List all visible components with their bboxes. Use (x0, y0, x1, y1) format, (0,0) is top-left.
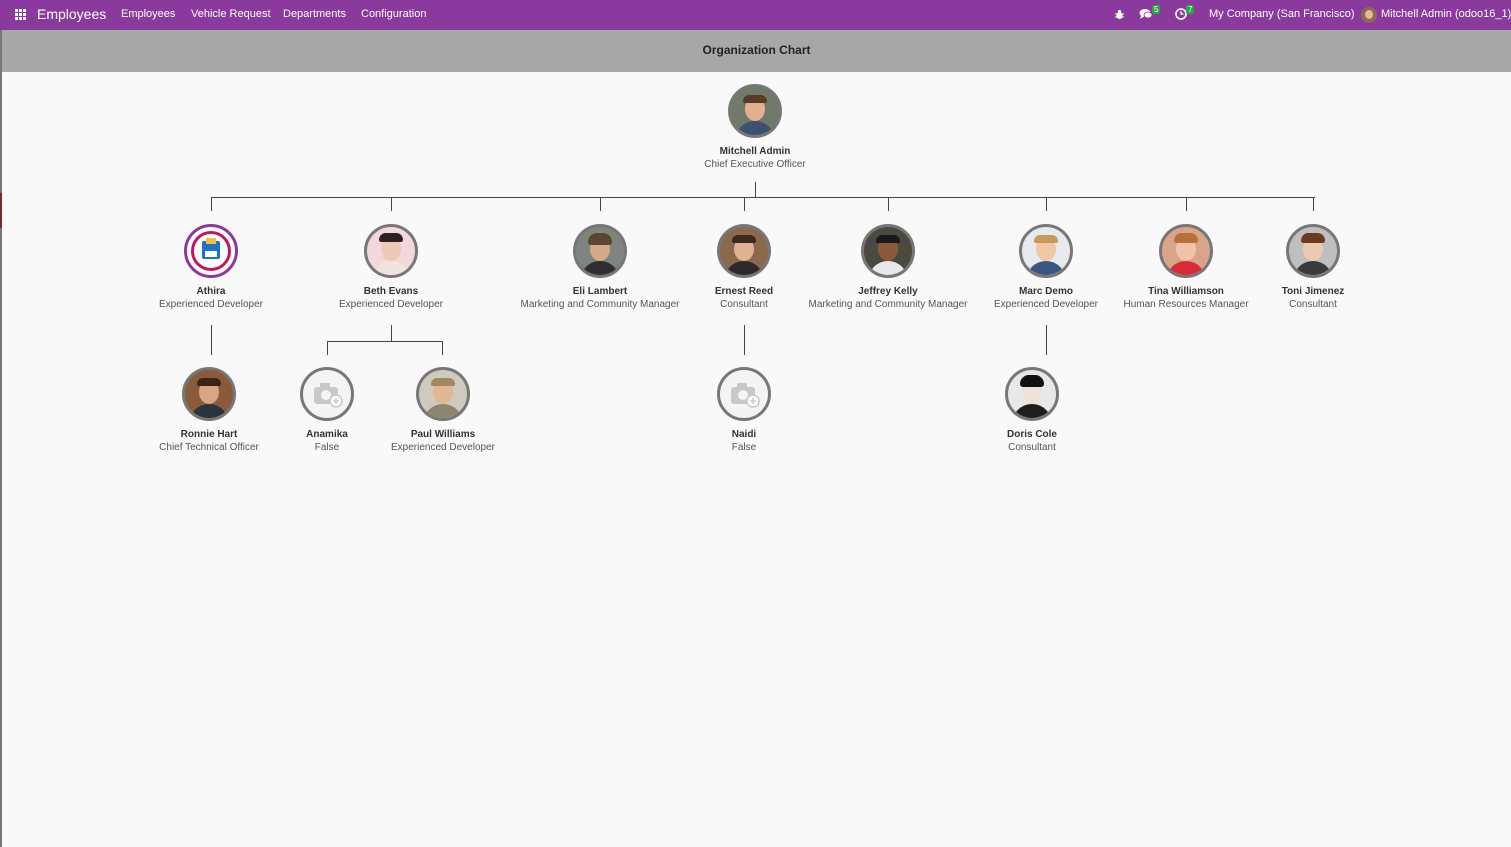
messages-count-badge: 5 (1152, 5, 1161, 14)
user-avatar[interactable] (1361, 0, 1377, 30)
connector-line (1186, 197, 1187, 211)
apps-menu-icon[interactable] (13, 0, 29, 30)
connector-line (391, 197, 392, 211)
control-panel: Organization Chart (2, 30, 1511, 72)
activities-count-badge: 7 (1186, 5, 1195, 14)
connector-line (744, 325, 745, 355)
org-node-naidi[interactable]: Naidi False (644, 367, 844, 454)
debug-bug-icon[interactable] (1114, 0, 1126, 30)
connector-line (211, 325, 212, 355)
employee-name: Naidi (731, 429, 757, 440)
connector-line (744, 197, 745, 211)
chat-icon (1139, 9, 1153, 20)
employee-avatar (184, 224, 238, 278)
employee-avatar (717, 367, 771, 421)
camera-placeholder-icon (731, 383, 760, 408)
connector-line (327, 341, 443, 342)
connector-line (211, 197, 1315, 198)
employee-name: Athira (196, 286, 226, 297)
connector-line (600, 197, 601, 211)
menu-departments[interactable]: Departments (283, 0, 346, 30)
employee-avatar (573, 224, 627, 278)
org-node-doris-cole[interactable]: Doris Cole Consultant (932, 367, 1132, 454)
employee-avatar (1159, 224, 1213, 278)
org-chart: Mitchell Admin Chief Executive Officer A… (2, 72, 1511, 847)
employee-name: Toni Jimenez (1281, 286, 1345, 297)
employee-avatar (416, 367, 470, 421)
user-menu[interactable]: Mitchell Admin (odoo16_1) (1381, 0, 1511, 30)
employee-avatar (717, 224, 771, 278)
connector-line (442, 341, 443, 355)
menu-vehicle-request[interactable]: Vehicle Request (191, 0, 271, 30)
connector-line (1046, 325, 1047, 355)
employee-avatar (1286, 224, 1340, 278)
employee-job-title: Experienced Developer (159, 299, 263, 310)
employee-avatar (1019, 224, 1073, 278)
org-node-toni-jimenez[interactable]: Toni Jimenez Consultant (1213, 224, 1413, 311)
employee-avatar (364, 224, 418, 278)
connector-line (391, 325, 392, 341)
employee-avatar (861, 224, 915, 278)
org-node-athira[interactable]: Athira Experienced Developer (111, 224, 311, 311)
connector-line (1313, 197, 1314, 211)
employee-job-title: False (731, 442, 757, 453)
employee-job-title: Chief Executive Officer (704, 159, 806, 170)
employee-job-title: Consultant (1008, 442, 1056, 453)
app-title[interactable]: Employees (37, 0, 106, 30)
menu-configuration[interactable]: Configuration (361, 0, 426, 30)
employee-name: Paul Williams (410, 429, 476, 440)
org-node-beth-evans[interactable]: Beth Evans Experienced Developer (291, 224, 491, 311)
company-switcher[interactable]: My Company (San Francisco) (1209, 0, 1355, 30)
employee-job-title: Experienced Developer (339, 299, 443, 310)
connector-line (888, 197, 889, 211)
messages-button[interactable]: 5 (1139, 0, 1161, 30)
org-node-mitchell-admin[interactable]: Mitchell Admin Chief Executive Officer (655, 84, 855, 171)
employee-name: Beth Evans (363, 286, 419, 297)
employee-job-title: Consultant (1289, 299, 1337, 310)
connector-line (327, 341, 328, 355)
printer-icon (202, 238, 220, 259)
connector-line (1046, 197, 1047, 211)
employee-job-title: Experienced Developer (391, 442, 495, 453)
employee-name: Doris Cole (1006, 429, 1057, 440)
activities-button[interactable]: 7 (1175, 0, 1199, 30)
connector-line (211, 197, 212, 211)
org-node-paul-williams[interactable]: Paul Williams Experienced Developer (343, 367, 543, 454)
top-navbar: Employees Employees Vehicle Request Depa… (0, 0, 1511, 30)
employee-name: Mitchell Admin (719, 146, 791, 157)
employee-avatar (728, 84, 782, 138)
menu-employees[interactable]: Employees (121, 0, 175, 30)
employee-avatar (1005, 367, 1059, 421)
page-title: Organization Chart (702, 43, 811, 57)
connector-line (755, 182, 756, 198)
